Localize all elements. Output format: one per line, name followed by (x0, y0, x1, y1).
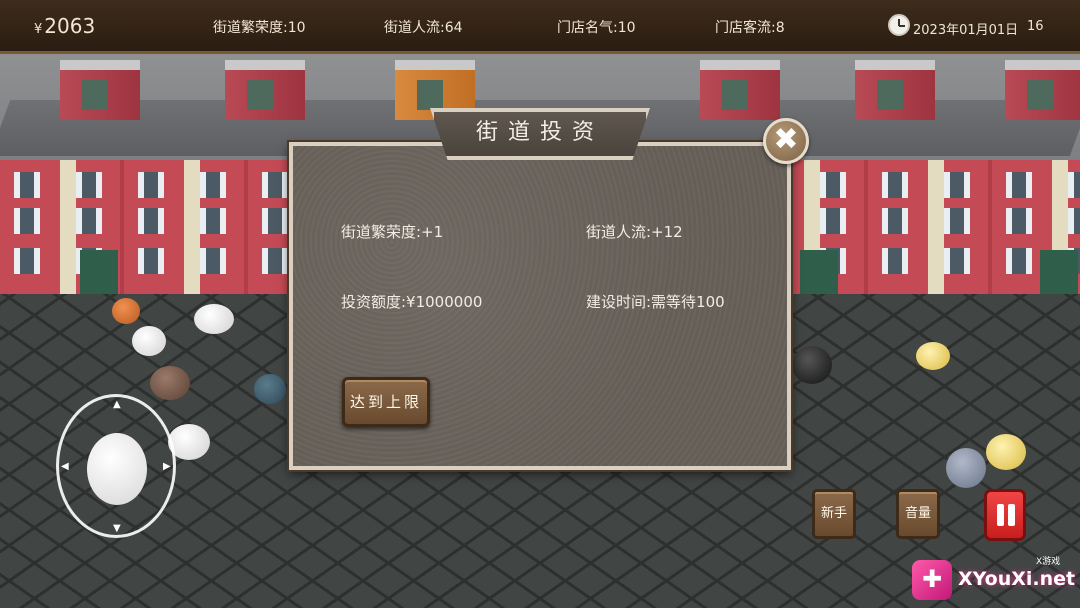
shop-customers: 门店客流:8 (715, 20, 785, 36)
newbie-guide-button[interactable]: 新手 (812, 489, 856, 539)
top-status-bar: ¥2063 街道繁荣度:10 街道人流:64 门店名气:10 门店客流:8 20… (0, 0, 1080, 54)
currency-symbol: ¥ (34, 22, 43, 37)
chimney (700, 60, 780, 120)
close-button[interactable]: ✖ (763, 118, 809, 164)
npc-character (112, 298, 140, 324)
npc-character (150, 366, 190, 400)
game-time: 16 (1027, 19, 1044, 34)
watermark-tag: X游戏 (1036, 557, 1061, 567)
traffic-bonus: 街道人流:+12 (586, 223, 683, 241)
npc-character (792, 346, 832, 384)
arrow-up-icon: ▲ (113, 399, 121, 410)
virtual-joystick[interactable]: ▲ ▼ ◀ ▶ (56, 394, 176, 538)
chimney (60, 60, 140, 120)
game-date: 2023年01月01日 (913, 23, 1019, 38)
pause-button[interactable] (984, 489, 1026, 541)
clock-icon (888, 14, 910, 36)
watermark-logo-icon: ✚ (912, 560, 952, 600)
build-time: 建设时间:需等待100 (586, 293, 725, 311)
investment-amount: 投资额度:¥1000000 (341, 293, 483, 311)
npc-character (946, 448, 986, 488)
street-prosperity: 街道繁荣度:10 (213, 20, 306, 36)
limit-reached-button[interactable]: 达到上限 (342, 377, 430, 427)
money-value: 2063 (44, 14, 96, 38)
chimney (855, 60, 935, 120)
npc-character (132, 326, 166, 356)
arrow-left-icon: ◀ (61, 461, 69, 472)
money-display: ¥2063 (34, 14, 95, 38)
close-icon: ✖ (773, 122, 799, 157)
npc-character (194, 304, 234, 334)
prosperity-bonus: 街道繁荣度:+1 (341, 223, 444, 241)
npc-character (986, 434, 1026, 470)
chimney (1005, 60, 1080, 120)
dialog-title: 街道投资 (430, 108, 650, 160)
shop-reputation: 门店名气:10 (557, 20, 636, 36)
street-traffic: 街道人流:64 (384, 20, 463, 36)
joystick-knob[interactable] (87, 433, 147, 505)
watermark-text: XYouXi.net (958, 568, 1076, 590)
arrow-down-icon: ▼ (113, 523, 121, 534)
arrow-right-icon: ▶ (163, 461, 171, 472)
npc-character (254, 374, 286, 404)
volume-button[interactable]: 音量 (896, 489, 940, 539)
npc-character (916, 342, 950, 370)
chimney (225, 60, 305, 120)
